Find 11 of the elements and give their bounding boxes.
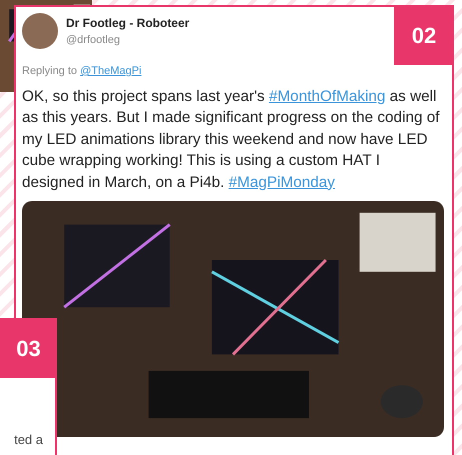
tweet-text: OK, so this project spans last year's #MonthOfMaking as well as this years. But I made significant progress on the coding of my LED animations library this weekend and now have LED cube wrapping working! This is using a custom HAT I designed in March, on a Pi4b. #MagPiMonday xyxy=(22,86,440,192)
replying-line: Replying to @TheMagPi xyxy=(22,64,142,79)
avatar xyxy=(22,13,58,49)
number-label: 03 xyxy=(0,318,57,378)
author-handle: @drfootleg xyxy=(66,32,121,48)
hashtag-link[interactable]: #MagPiMonday xyxy=(228,174,335,190)
mention-link[interactable]: @TheMagPi xyxy=(80,65,142,77)
number-label: 02 xyxy=(394,5,454,65)
hashtag-link[interactable]: #MonthOfMaking xyxy=(268,88,386,104)
article-text: ted a xyxy=(14,430,43,448)
author-name: Dr Footleg - Roboteer xyxy=(66,14,190,32)
